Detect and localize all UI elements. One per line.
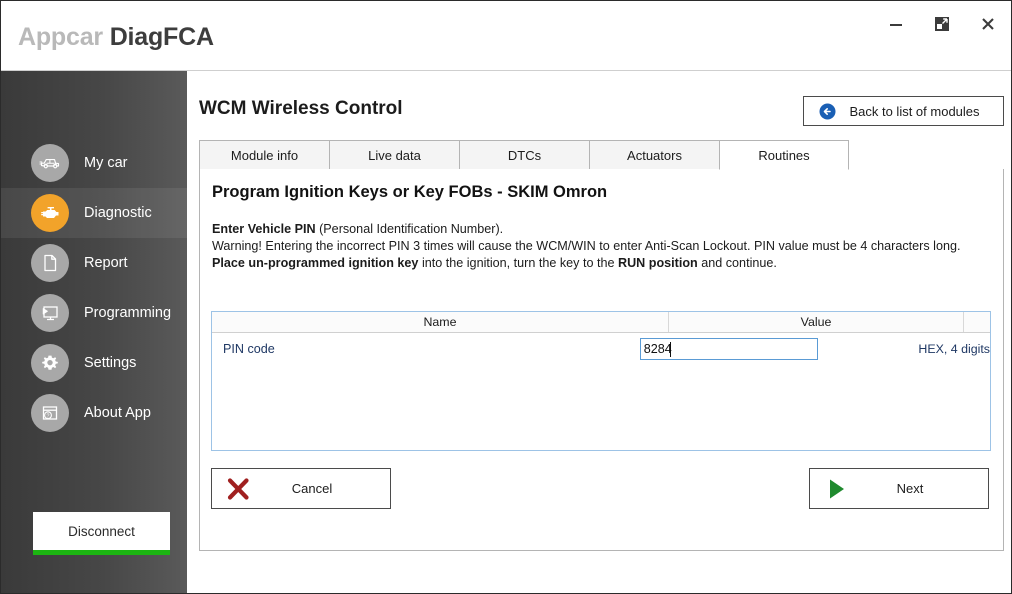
disconnect-button-label: Disconnect (33, 512, 170, 550)
sidebar-item-programming[interactable]: Programming (1, 288, 187, 338)
instruction-line-3-bold-a: Place un-programmed ignition key (212, 256, 419, 270)
routine-instructions: Enter Vehicle PIN (Personal Identificati… (212, 221, 987, 272)
green-play-icon (810, 475, 862, 503)
parameter-format-hint: HEX, 4 digits (918, 342, 990, 356)
sidebar-item-label: Programming (84, 305, 172, 321)
parameter-value-cell (637, 338, 911, 360)
tab-routines[interactable]: Routines (719, 140, 849, 170)
sidebar-item-label: My car (84, 155, 128, 171)
app-title: Appcar DiagFCA (18, 23, 214, 52)
tab-dtcs[interactable]: DTCs (459, 140, 589, 170)
app-title-product: DiagFCA (109, 23, 214, 51)
back-circle-icon (819, 103, 836, 120)
tab-label: Actuators (627, 147, 682, 163)
tab-bar-filler (849, 140, 1004, 170)
sidebar-nav: My car Diagnostic Report Programming Set… (1, 138, 187, 438)
next-button[interactable]: Next (809, 468, 989, 509)
column-header-unit (964, 312, 990, 332)
parameter-name: PIN code (223, 342, 275, 356)
cancel-button-label: Cancel (291, 481, 333, 496)
parameters-table: Name Value PIN code HEX, 4 digits (211, 311, 991, 451)
column-header-value: Value (669, 312, 964, 332)
main-content: WCM Wireless Control Back to list of mod… (187, 71, 1011, 593)
restore-icon[interactable] (919, 1, 965, 47)
sidebar: My car Diagnostic Report Programming Set… (1, 71, 187, 593)
document-icon (31, 244, 69, 282)
instruction-line-2: Warning! Entering the incorrect PIN 3 ti… (212, 239, 961, 253)
red-x-icon (212, 475, 264, 503)
sidebar-item-label: Diagnostic (84, 205, 152, 221)
sidebar-item-label: About App (84, 405, 151, 421)
sidebar-item-diagnostic[interactable]: Diagnostic (1, 188, 187, 238)
title-bar: Appcar DiagFCA (1, 1, 1011, 71)
sidebar-item-label: Settings (84, 355, 137, 371)
disconnect-status-bar (33, 550, 170, 555)
monitor-play-icon (31, 294, 69, 332)
application-window: Appcar DiagFCA My car Diagnostic Report … (0, 0, 1012, 594)
tab-actuators[interactable]: Actuators (589, 140, 719, 170)
window-controls (873, 1, 1011, 47)
instruction-line-3-mid: into the ignition, turn the key to the (418, 256, 618, 270)
text-caret (669, 342, 671, 357)
table-row: PIN code HEX, 4 digits (212, 333, 990, 365)
instruction-line-1-rest: (Personal Identification Number). (315, 222, 504, 236)
cancel-button[interactable]: Cancel (211, 468, 391, 509)
disconnect-button[interactable]: Disconnect (33, 512, 170, 555)
back-to-modules-button[interactable]: Back to list of modules (803, 96, 1004, 126)
close-icon[interactable] (965, 1, 1011, 47)
column-header-name: Name (212, 312, 669, 332)
tab-label: Live data (368, 147, 421, 163)
pin-code-input[interactable] (639, 338, 818, 360)
tab-label: DTCs (507, 147, 542, 163)
tab-label: Routines (758, 147, 810, 163)
minimize-icon[interactable] (873, 1, 919, 47)
app-title-brand: Appcar (18, 23, 103, 51)
instruction-line-3-end: and continue. (697, 256, 777, 270)
help-window-icon: ? (31, 394, 69, 432)
sidebar-item-my-car[interactable]: My car (1, 138, 187, 188)
sidebar-item-label: Report (84, 255, 128, 271)
car-icon (31, 144, 69, 182)
routine-title: Program Ignition Keys or Key FOBs - SKIM… (212, 183, 608, 201)
instruction-line-3-bold-b: RUN position (617, 256, 698, 270)
engine-icon (31, 194, 69, 232)
sidebar-item-about-app[interactable]: ? About App (1, 388, 187, 438)
back-to-modules-label: Back to list of modules (849, 103, 980, 119)
tab-bar: Module info Live data DTCs Actuators Rou… (199, 140, 1004, 170)
page-title: WCM Wireless Control (199, 98, 403, 119)
instruction-line-3: Place un-programmed ignition key into th… (212, 255, 987, 272)
table-header-row: Name Value (212, 312, 990, 333)
sidebar-item-report[interactable]: Report (1, 238, 187, 288)
svg-text:?: ? (47, 414, 50, 420)
instruction-line-1: Enter Vehicle PIN (Personal Identificati… (212, 221, 987, 238)
next-button-label: Next (896, 481, 924, 496)
tab-label: Module info (230, 147, 299, 163)
tab-module-info[interactable]: Module info (199, 140, 329, 170)
tab-live-data[interactable]: Live data (329, 140, 459, 170)
routine-panel: Program Ignition Keys or Key FOBs - SKIM… (199, 169, 1004, 551)
gear-icon (31, 344, 69, 382)
instruction-line-1-bold: Enter Vehicle PIN (212, 222, 316, 236)
sidebar-item-settings[interactable]: Settings (1, 338, 187, 388)
